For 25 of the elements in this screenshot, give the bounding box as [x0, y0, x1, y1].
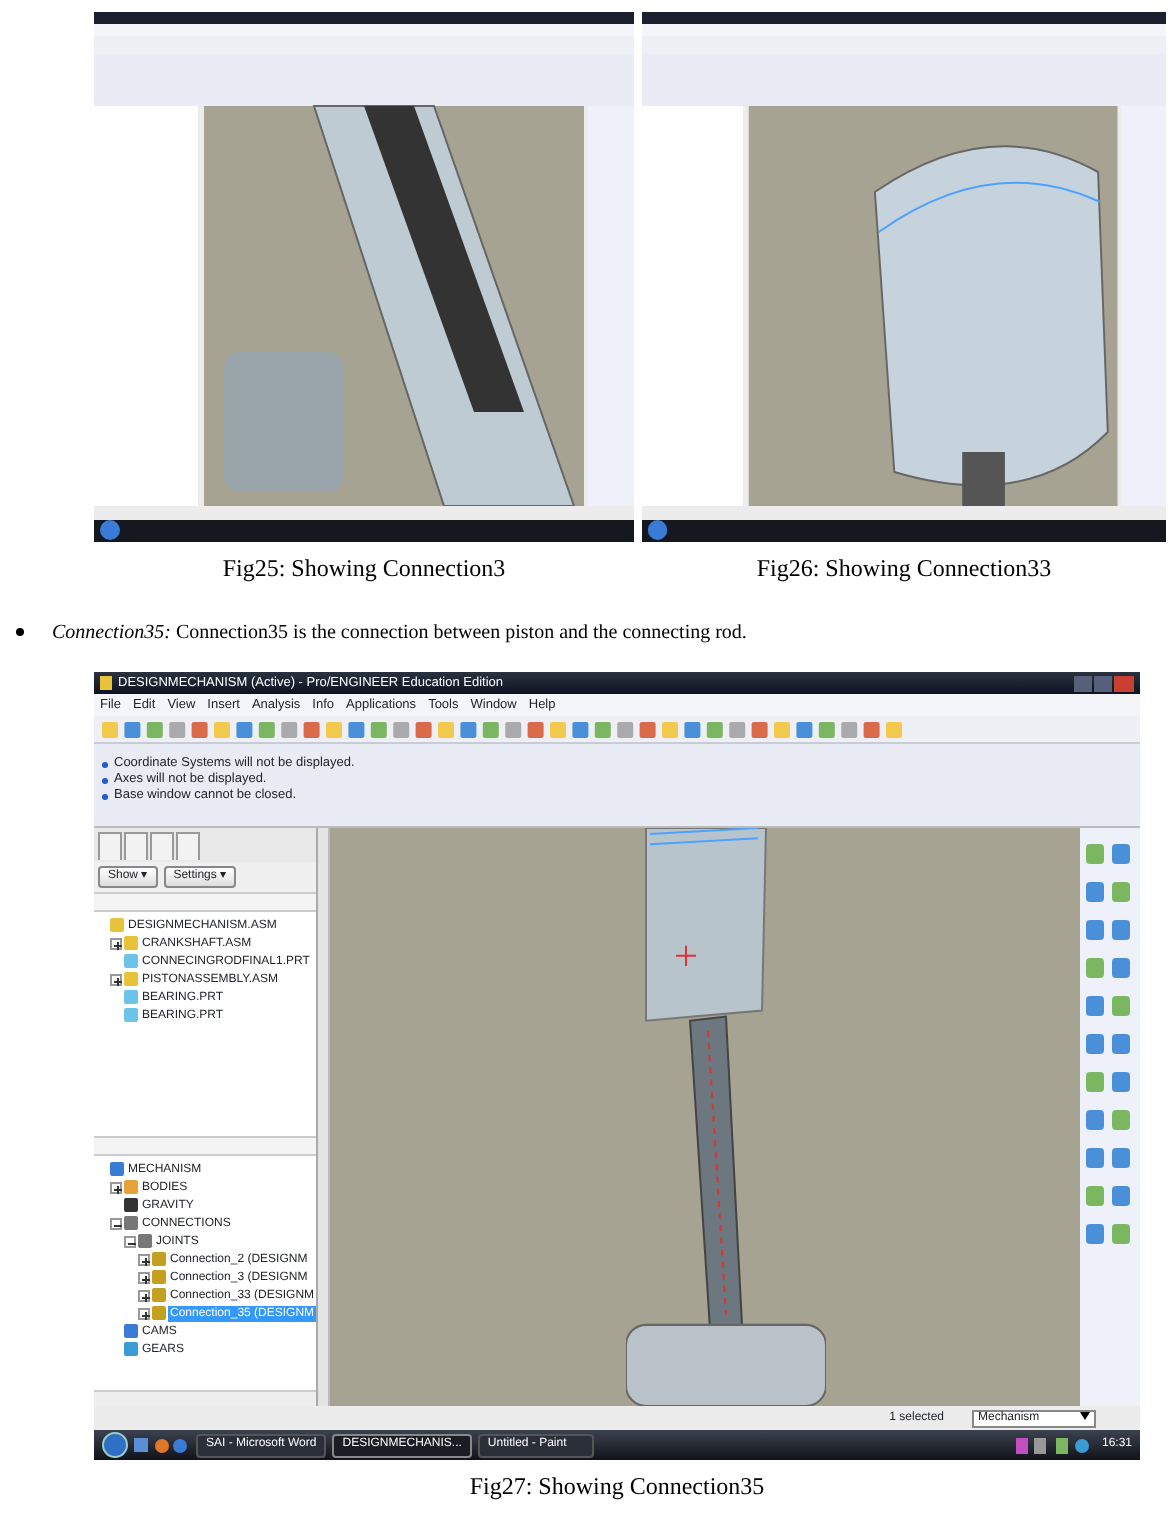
- expander-icon[interactable]: [138, 1289, 150, 1301]
- figure-caption: Fig25: Showing Connection3: [222, 552, 506, 586]
- expander-icon[interactable]: [110, 1217, 122, 1229]
- expander-icon[interactable]: [124, 1235, 136, 1247]
- bullet-icon: [102, 761, 108, 767]
- expander-icon[interactable]: [138, 1307, 150, 1319]
- bullet-text: Connection35: Connection35 is the connection between piston and the connecting rod.: [52, 620, 747, 648]
- figure-caption: Fig27: Showing Connection35: [467, 1470, 767, 1504]
- quick-launch-icons-drawing[interactable]: [134, 1437, 190, 1453]
- bullet-icon: [102, 793, 108, 799]
- panel-tab[interactable]: [176, 832, 200, 860]
- expander-icon[interactable]: [110, 1181, 122, 1193]
- panel-tab[interactable]: [124, 832, 148, 860]
- window-controls-drawing: [1074, 675, 1134, 691]
- expander-icon[interactable]: [138, 1253, 150, 1265]
- panel-tab[interactable]: [150, 832, 174, 860]
- bullet-icon: [16, 628, 24, 636]
- expander-icon[interactable]: [110, 937, 122, 949]
- app-icon: [100, 676, 112, 690]
- bullet-icon: [102, 777, 108, 783]
- start-button[interactable]: [102, 1432, 128, 1458]
- expander-icon[interactable]: [138, 1271, 150, 1283]
- expander-icon[interactable]: [110, 973, 122, 985]
- panel-tab[interactable]: [98, 832, 122, 860]
- figure-caption: Fig26: Showing Connection33: [756, 552, 1052, 586]
